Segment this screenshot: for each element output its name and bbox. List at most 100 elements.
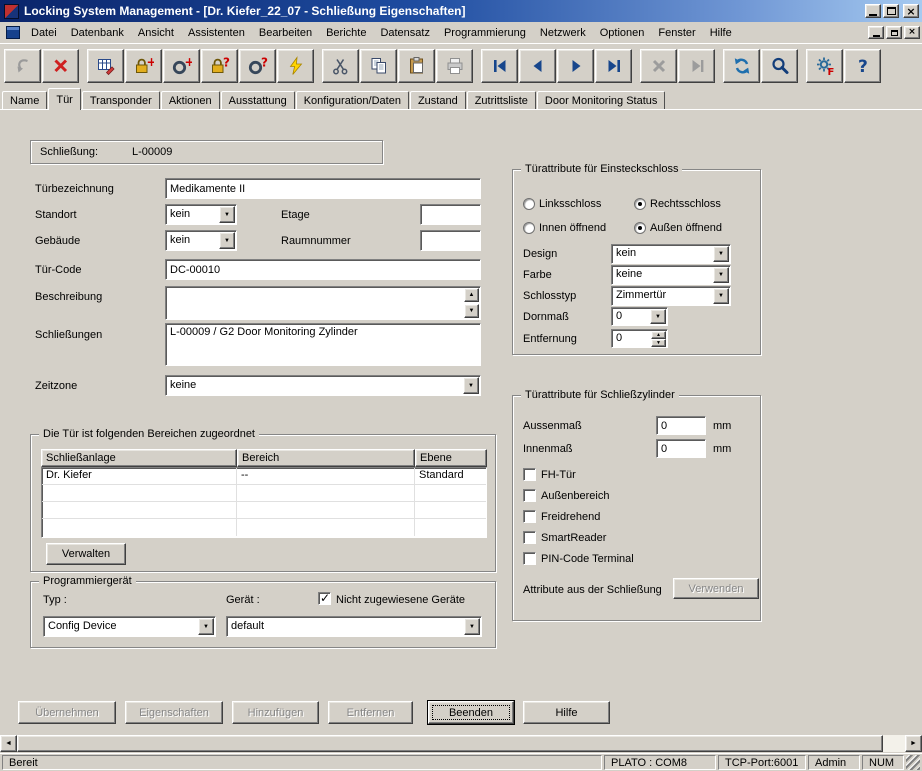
chevron-down-icon[interactable]: ▼ (713, 246, 729, 262)
table-row[interactable] (42, 519, 486, 536)
menu-hilfe[interactable]: Hilfe (703, 24, 739, 42)
menu-bearbeiten[interactable]: Bearbeiten (252, 24, 319, 42)
beschreibung-textarea[interactable]: ▲ ▼ (165, 286, 481, 320)
schlosstyp-select[interactable]: Zimmertür ▼ (611, 286, 731, 306)
pin-code-terminal-checkbox[interactable] (523, 552, 536, 565)
chevron-down-icon[interactable]: ▼ (198, 618, 214, 635)
tab-zustand[interactable]: Zustand (410, 91, 466, 109)
paste-button[interactable] (398, 49, 435, 83)
menu-datenbank[interactable]: Datenbank (64, 24, 131, 42)
horizontal-scrollbar[interactable]: ◄ ► (0, 735, 922, 752)
copy-button[interactable] (360, 49, 397, 83)
mdi-child-icon[interactable] (6, 26, 20, 39)
program-button[interactable] (277, 49, 314, 83)
new-transponder-button[interactable]: + (163, 49, 200, 83)
chevron-down-icon[interactable]: ▼ (464, 618, 480, 635)
entfernung-spinner[interactable]: 0 ▲ ▼ (611, 329, 668, 348)
nicht-zugewiesene-checkbox[interactable] (318, 592, 331, 605)
hilfe-button[interactable]: Hilfe (523, 701, 610, 724)
typ-select[interactable]: Config Device ▼ (43, 616, 216, 637)
design-select[interactable]: kein ▼ (611, 244, 731, 264)
tab-zutrittsliste[interactable]: Zutrittsliste (467, 91, 536, 109)
column-header-ebene[interactable]: Ebene (415, 449, 487, 467)
chevron-down-icon[interactable]: ▼ (219, 206, 235, 223)
menu-fenster[interactable]: Fenster (651, 24, 702, 42)
prev-record-button[interactable] (519, 49, 556, 83)
menu-assistenten[interactable]: Assistenten (181, 24, 252, 42)
farbe-select[interactable]: keine ▼ (611, 265, 731, 285)
tuercode-input[interactable] (165, 259, 481, 280)
minimize-button[interactable] (865, 4, 881, 18)
etage-input[interactable] (420, 204, 481, 225)
tab-door-monitoring-status[interactable]: Door Monitoring Status (537, 91, 666, 109)
rechtsschloss-radio[interactable] (634, 198, 646, 210)
menu-datei[interactable]: Datei (24, 24, 64, 42)
chevron-down-icon[interactable]: ▼ (713, 267, 729, 283)
table-row[interactable] (42, 485, 486, 502)
fh-tuer-checkbox[interactable] (523, 468, 536, 481)
aussen-oeffnend-label[interactable]: Außen öffnend (650, 222, 722, 234)
aussenbereich-label[interactable]: Außenbereich (541, 490, 610, 502)
linksschloss-radio[interactable] (523, 198, 535, 210)
fh-tuer-label[interactable]: FH-Tür (541, 469, 576, 481)
smartreader-checkbox[interactable] (523, 531, 536, 544)
freidrehend-checkbox[interactable] (523, 510, 536, 523)
tab-ausstattung[interactable]: Ausstattung (221, 91, 295, 109)
scroll-down-icon[interactable]: ▼ (464, 304, 479, 318)
edit-table-button[interactable] (87, 49, 124, 83)
column-header-bereich[interactable]: Bereich (237, 449, 415, 467)
smartreader-label[interactable]: SmartReader (541, 532, 606, 544)
beenden-button[interactable]: Beenden (428, 701, 514, 724)
next-record-button[interactable] (557, 49, 594, 83)
beschreibung-scrollbar[interactable]: ▲ ▼ (464, 288, 479, 318)
innen-oeffnend-label[interactable]: Innen öffnend (539, 222, 606, 234)
mdi-restore-button[interactable] (886, 26, 902, 39)
scroll-up-icon[interactable]: ▲ (464, 288, 479, 302)
scrollbar-thumb[interactable] (17, 735, 883, 752)
close-button[interactable]: × (903, 4, 919, 18)
table-row[interactable] (42, 502, 486, 519)
help-button[interactable]: ? (844, 49, 881, 83)
innen-oeffnend-radio[interactable] (523, 222, 535, 234)
resize-grip[interactable] (906, 755, 920, 770)
spin-up-icon[interactable]: ▲ (651, 331, 666, 339)
chevron-down-icon[interactable]: ▼ (219, 232, 235, 249)
menu-datensatz[interactable]: Datensatz (373, 24, 437, 42)
aussen-oeffnend-radio[interactable] (634, 222, 646, 234)
column-header-schliessanlage[interactable]: Schließanlage (41, 449, 237, 467)
first-record-button[interactable] (481, 49, 518, 83)
schliessungen-textarea[interactable]: L-00009 / G2 Door Monitoring Zylinder (165, 323, 481, 366)
tab-aktionen[interactable]: Aktionen (161, 91, 220, 109)
menu-ansicht[interactable]: Ansicht (131, 24, 181, 42)
linksschloss-label[interactable]: Linksschloss (539, 198, 601, 210)
chevron-down-icon[interactable]: ▼ (650, 309, 666, 324)
search-button[interactable] (761, 49, 798, 83)
verwalten-button[interactable]: Verwalten (46, 543, 126, 565)
rechtsschloss-label[interactable]: Rechtsschloss (650, 198, 721, 210)
innenmass-input[interactable] (656, 439, 706, 458)
tab-transponder[interactable]: Transponder (82, 91, 160, 109)
options-button[interactable]: F (806, 49, 843, 83)
aussenmass-input[interactable] (656, 416, 706, 435)
scroll-left-button[interactable]: ◄ (0, 735, 17, 752)
gebaeude-select[interactable]: kein ▼ (165, 230, 237, 251)
mdi-minimize-button[interactable] (868, 26, 884, 39)
menu-programmierung[interactable]: Programmierung (437, 24, 533, 42)
scroll-right-button[interactable]: ► (905, 735, 922, 752)
menu-optionen[interactable]: Optionen (593, 24, 652, 42)
raumnummer-input[interactable] (420, 230, 481, 251)
maximize-button[interactable] (883, 4, 899, 18)
freidrehend-label[interactable]: Freidrehend (541, 511, 600, 523)
read-transponder-button[interactable]: ? (239, 49, 276, 83)
nicht-zugewiesene-label[interactable]: Nicht zugewiesene Geräte (336, 594, 465, 606)
dornmass-select[interactable]: 0 ▼ (611, 307, 668, 326)
zeitzone-select[interactable]: keine ▼ (165, 375, 481, 396)
chevron-down-icon[interactable]: ▼ (463, 377, 479, 394)
mdi-close-button[interactable]: × (904, 26, 920, 39)
pin-code-terminal-label[interactable]: PIN-Code Terminal (541, 553, 634, 565)
spin-down-icon[interactable]: ▼ (651, 339, 666, 347)
table-row[interactable]: Dr. Kiefer -- Standard (42, 468, 486, 485)
menu-berichte[interactable]: Berichte (319, 24, 373, 42)
standort-select[interactable]: kein ▼ (165, 204, 237, 225)
tuerbezeichnung-input[interactable] (165, 178, 481, 199)
